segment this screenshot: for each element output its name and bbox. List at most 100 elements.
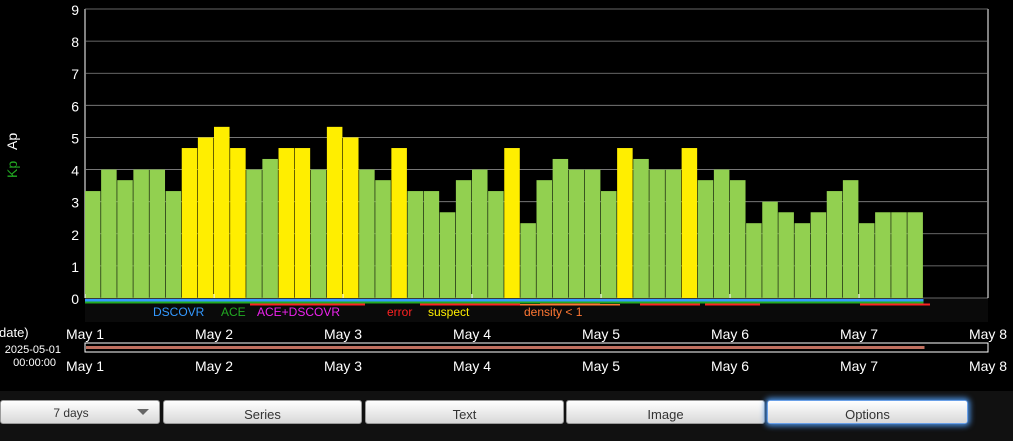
kp-bar [439,212,456,298]
y-tick-label: 3 [71,195,79,211]
chevron-down-icon [137,409,149,415]
timeline-tick-label: May 1 [66,358,104,374]
kp-bar [181,148,198,298]
kp-bar [375,180,391,298]
y-tick-label: 7 [71,66,79,82]
x-tick-label: May 3 [324,326,362,342]
kp-bar [794,223,811,298]
kp-bar [310,169,327,298]
kp-bar [488,191,504,298]
x-tick-label: May 5 [582,326,620,342]
kp-bar [633,158,649,298]
y-tick-label: 0 [71,291,79,307]
y-tick-label: 1 [71,259,79,275]
kp-bar [746,223,762,298]
kp-bar [455,180,472,298]
time-range-label: 7 days [53,406,89,420]
time-range-select[interactable]: 7 days [0,400,160,424]
kp-bar [326,126,343,298]
kp-bar [762,201,778,298]
kp-bar [197,137,214,298]
legend-entry: DSCOVR [153,305,205,319]
kp-bar [601,191,617,298]
kp-bar [810,212,827,298]
kp-bar [165,191,182,298]
x-axis: May 1 May 1 May 2 May 2 May 3 May 3 May 4 May 4… [66,326,1007,374]
series-button[interactable]: Series [163,400,362,424]
kp-bar [617,148,633,298]
x-tick-label: May 6 [711,326,749,342]
y-tick-label: 9 [71,2,79,18]
y-tick-label: 6 [71,98,79,114]
image-button[interactable]: Image [566,400,765,424]
x-tick-label: May 8 [969,326,1007,342]
timeline-tick-label: May 6 [711,358,749,374]
kp-bar [149,169,166,298]
legend-entry: suspect [428,305,470,319]
toolbar: 7 days Series Text Image Options [0,391,1013,441]
source-segment [705,303,760,306]
legend-entry: ACE+DSCOVR [257,305,340,319]
kp-axis-label: Kp [4,161,20,178]
timeline-tick-label: May 7 [840,358,878,374]
x-tick-label: May 1 [66,326,104,342]
source-segment [860,303,930,306]
axis-header: date) [0,325,29,340]
timeline-tick-label: May 2 [195,358,233,374]
source-segment [640,303,700,306]
kp-bar [391,148,407,298]
kp-bar [665,169,682,298]
y-tick-label: 2 [71,227,79,243]
source-segment [85,299,924,302]
kp-bar [584,169,601,298]
x-tick-label: May 7 [840,326,878,342]
options-button[interactable]: Options [767,400,968,424]
kp-bar [133,169,149,298]
source-segment [85,301,924,304]
kp-bar [343,137,359,298]
y-axis-ticks: 0 1 2 3 4 5 6 7 8 9 [71,2,79,307]
kp-bar [536,180,553,298]
timeline-tick-label: May 3 [324,358,362,374]
kp-bar [713,169,730,298]
legend-entry: ACE [221,305,246,319]
kp-bar [730,180,746,298]
kp-bar [85,191,101,298]
timeline-tick-label: May 5 [582,358,620,374]
kp-bar [875,212,891,298]
kp-bar [842,180,859,298]
start-date: 2025-05-01 [5,344,61,356]
kp-bar [359,169,375,298]
text-button[interactable]: Text [365,400,564,424]
kp-bar [101,169,117,298]
kp-bar [214,126,230,298]
kp-bar [504,148,520,298]
kp-bar [681,148,698,298]
kp-bar [552,158,569,298]
kp-chart: 0 1 2 3 4 5 6 7 8 9 DSCOVR ACE ACE+DSCOVR error suspe… [0,2,1007,374]
kp-bar [907,212,923,298]
kp-bar [859,223,875,298]
kp-bar [117,180,133,298]
timeline-fill [86,346,925,349]
kp-bar [278,148,295,298]
kp-bar [294,148,311,298]
kp-bar [230,148,246,298]
kp-bar [520,223,536,298]
kp-bar [407,191,424,298]
kp-bar [649,169,665,298]
kp-bar [423,191,440,298]
kp-bar [262,158,278,298]
legend-entry: error [387,305,412,319]
x-tick-label: May 2 [195,326,233,342]
x-tick-label: May 4 [453,326,491,342]
kp-bar [472,169,488,298]
timeline-slider[interactable] [84,342,989,353]
timeline-tick-label: May 4 [453,358,491,374]
start-time: 00:00:00 [13,357,56,369]
kp-bar [826,191,843,298]
kp-bar [891,212,907,298]
kp-bar [778,212,794,298]
y-tick-label: 4 [71,163,79,179]
timeline-tick-label: May 8 [969,358,1007,374]
